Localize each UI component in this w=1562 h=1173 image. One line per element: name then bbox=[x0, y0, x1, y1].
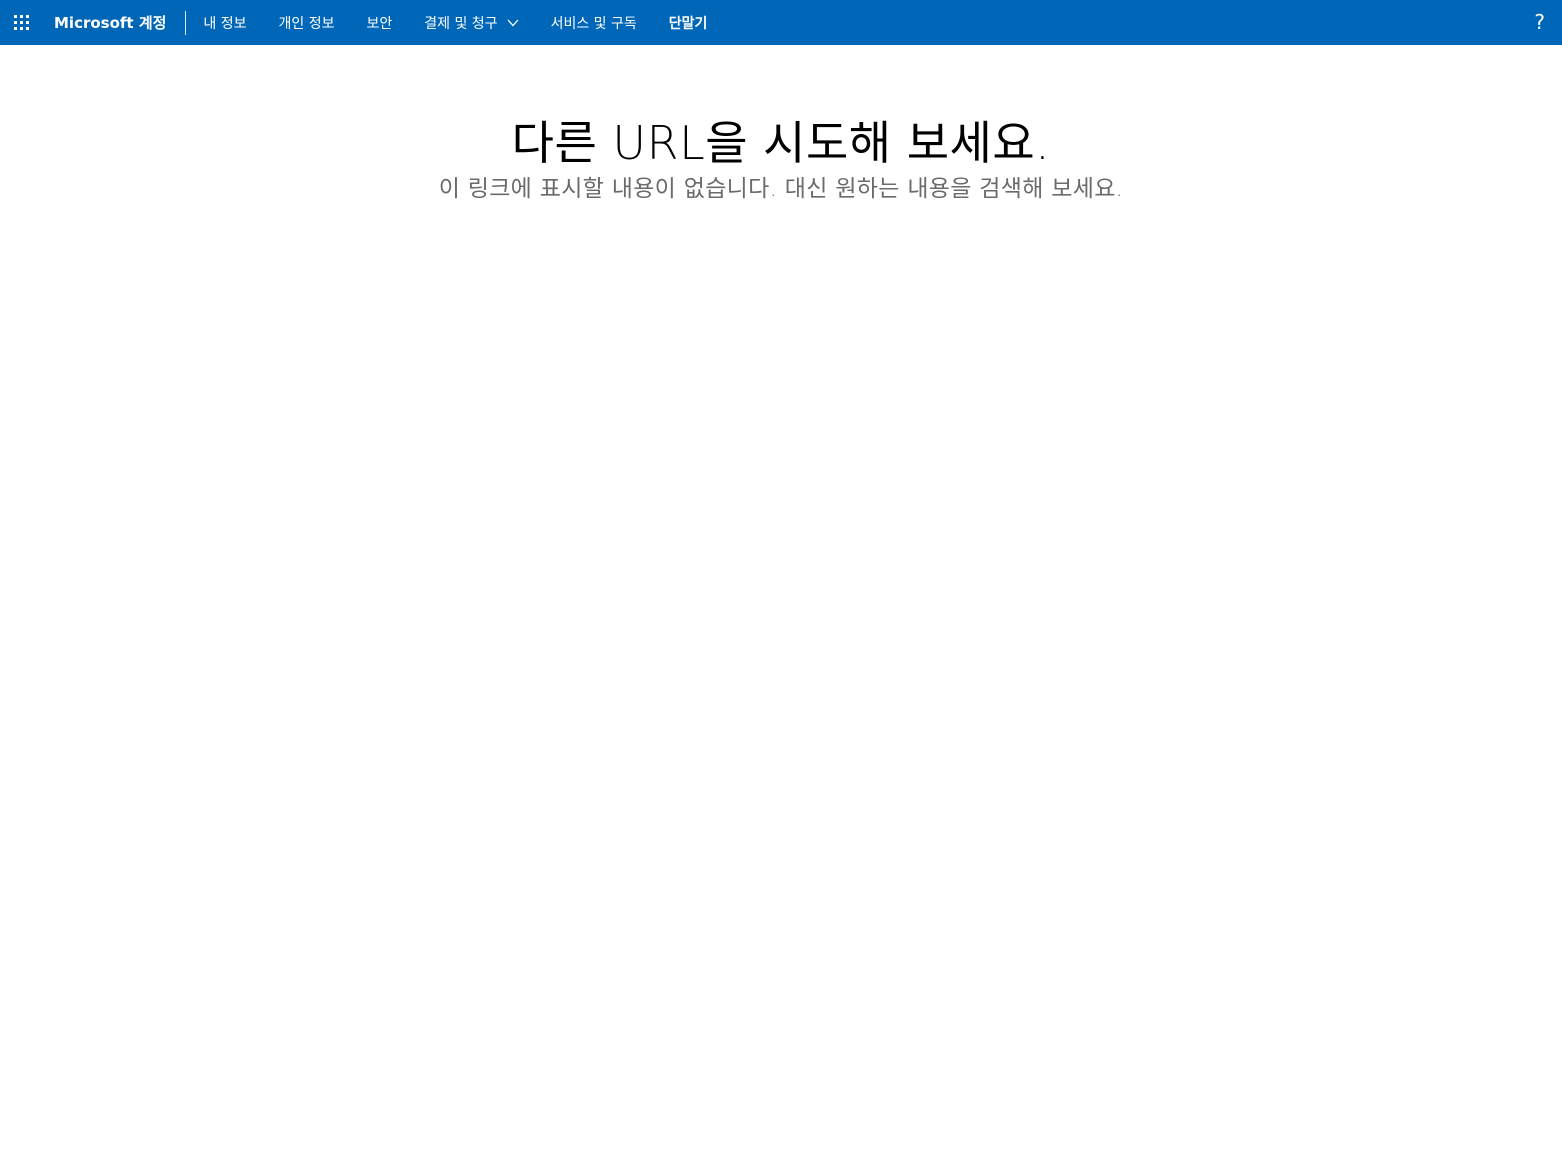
nav-item-label: 내 정보 bbox=[203, 15, 247, 32]
error-content: 다른 URL을 시도해 보세요. 이 링크에 표시할 내용이 없습니다. 대신 … bbox=[0, 112, 1562, 204]
page-title: 다른 URL을 시도해 보세요. bbox=[511, 116, 1051, 170]
main-nav: 내 정보 개인 정보 보안 결제 및 청구 서비스 및 구독 단말기 bbox=[186, 0, 739, 45]
nav-item-label: 단말기 bbox=[668, 15, 708, 32]
nav-item-payment-billing[interactable]: 결제 및 청구 bbox=[424, 13, 519, 33]
nav-item-devices[interactable]: 단말기 bbox=[669, 13, 708, 33]
app-launcher-button[interactable] bbox=[0, 0, 54, 45]
nav-item-privacy[interactable]: 개인 정보 bbox=[279, 13, 335, 33]
nav-item-my-info[interactable]: 내 정보 bbox=[203, 13, 246, 33]
help-icon: ? bbox=[1534, 10, 1545, 34]
top-navigation-bar: Microsoft 계정 내 정보 개인 정보 보안 결제 및 청구 서비스 및… bbox=[0, 0, 1562, 45]
nav-item-label: 개인 정보 bbox=[278, 15, 335, 32]
page-subtitle: 이 링크에 표시할 내용이 없습니다. 대신 원하는 내용을 검색해 보세요. bbox=[438, 176, 1124, 202]
nav-item-label: 결제 및 청구 bbox=[424, 15, 498, 32]
brand-link[interactable]: Microsoft 계정 bbox=[54, 10, 187, 35]
nav-item-label: 보안 bbox=[366, 15, 393, 32]
chevron-down-icon bbox=[507, 19, 519, 26]
nav-item-security[interactable]: 보안 bbox=[367, 13, 393, 33]
waffle-grid-icon bbox=[14, 15, 29, 30]
nav-item-label: 서비스 및 구독 bbox=[550, 15, 637, 32]
help-button[interactable]: ? bbox=[1534, 0, 1545, 45]
nav-item-services-subscriptions[interactable]: 서비스 및 구독 bbox=[551, 13, 637, 33]
